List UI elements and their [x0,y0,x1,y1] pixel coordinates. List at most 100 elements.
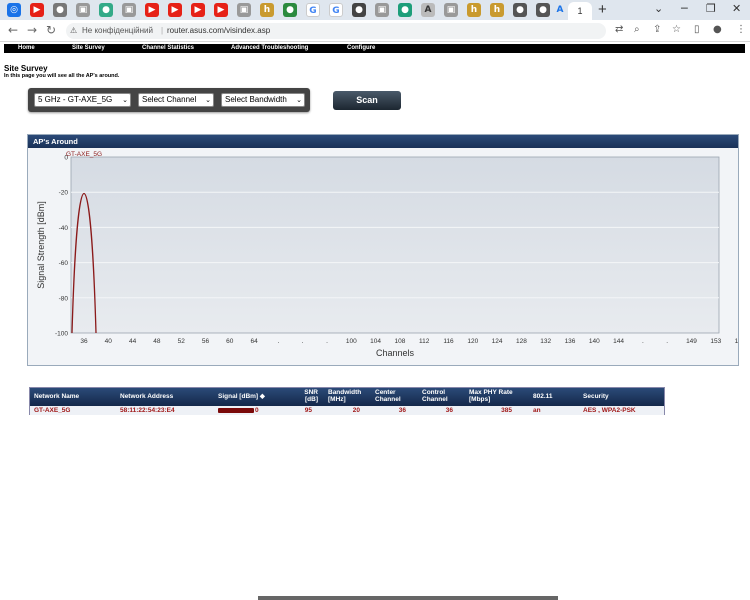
cell-network-name: GT-AXE_5G [34,407,71,414]
table-row[interactable]: GT-AXE_5G 58:11:22:54:23:E4 0 95 20 36 3… [30,406,664,415]
x-tick-label: 56 [202,338,210,345]
tab-favicon-icon[interactable]: ▣ [375,3,389,17]
menu-home[interactable]: Home [18,44,35,53]
cell-signal: 0 [255,407,259,414]
col-max-phy-rate[interactable]: Max PHY Rate [Mbps] [469,389,517,403]
x-tick-label: 40 [105,338,113,345]
network-select[interactable]: 5 GHz - GT-AXE_5G ⌄ [34,93,131,107]
tab-search-icon[interactable]: ⌄ [654,2,663,15]
insecure-label: Не конфіденційний [82,26,153,35]
col-security[interactable]: Security [583,393,609,400]
menu-advanced-troubleshooting[interactable]: Advanced Troubleshooting [231,44,308,53]
tab-favicon-icon[interactable]: ● [513,3,527,17]
tab-favicon-icon[interactable]: ● [99,3,113,17]
share-icon[interactable]: ⇪ [653,24,661,35]
sidebar-icon[interactable]: ▯ [694,24,700,35]
active-tab[interactable]: 1 [568,2,592,20]
back-icon[interactable]: ← [8,23,18,37]
menu-configure[interactable]: Configure [347,44,375,53]
col-80211[interactable]: 802.11 [533,393,553,400]
y-tick-label: -80 [59,295,69,302]
col-control-channel[interactable]: Control Channel [422,389,456,403]
channel-select[interactable]: Select Channel ⌄ [138,93,214,107]
menu-site-survey[interactable]: Site Survey [72,44,105,53]
tab-favicon-icon[interactable]: h [260,3,274,17]
youtube-tab-icon[interactable]: ▶ [214,3,228,17]
translate-icon[interactable]: ⇄ [615,24,623,35]
maximize-icon[interactable]: ❐ [706,2,716,15]
y-axis-label: Signal Strength [dBm] [36,201,46,289]
col-center-channel[interactable]: Center Channel [375,389,409,403]
tab-favicon-icon[interactable]: ◎ [7,3,21,17]
x-tick-label: 48 [153,338,161,345]
x-axis-label: Channels [376,348,415,358]
x-tick-label: 52 [178,338,186,345]
x-tick-label: 64 [250,338,258,345]
new-tab-button[interactable]: + [598,2,607,17]
series-label: GT-AXE_5G [66,151,102,158]
bookmark-star-icon[interactable]: ☆ [672,24,681,35]
browser-tab-strip: ◎ ▶ ● ▣ ● ▣ ▶ ▶ ▶ ▶ ▣ h ● G G ● ▣ ● A ▣ … [0,0,750,20]
x-tick-label: 128 [516,338,527,345]
tab-favicon-icon[interactable]: ▣ [444,3,458,17]
youtube-tab-icon[interactable]: ▶ [145,3,159,17]
x-tick-label: 108 [394,338,405,345]
tab-favicon-icon[interactable]: A [553,3,567,17]
cell-max-phy-rate: 385 [501,407,512,414]
scan-button[interactable]: Scan [333,91,401,110]
tab-favicon-icon[interactable]: A [421,3,435,17]
tab-favicon-icon[interactable]: ▣ [122,3,136,17]
page-title: Site Survey [4,64,48,73]
tab-favicon-icon[interactable]: ● [53,3,67,17]
tab-favicon-icon[interactable]: h [490,3,504,17]
survey-controls: 5 GHz - GT-AXE_5G ⌄ Select Channel ⌄ Sel… [28,88,310,112]
network-select-value: 5 GHz - GT-AXE_5G [38,95,113,104]
youtube-tab-icon[interactable]: ▶ [30,3,44,17]
youtube-tab-icon[interactable]: ▶ [168,3,182,17]
profile-icon[interactable]: ● [713,24,722,35]
bandwidth-select[interactable]: Select Bandwidth ⌄ [221,93,305,107]
tab-favicon-icon[interactable]: ● [536,3,550,17]
x-tick-label: 132 [540,338,551,345]
y-tick-label: -100 [55,331,68,338]
x-tick-label: 112 [419,338,430,345]
google-tab-icon[interactable]: G [329,3,343,17]
y-tick-label: -60 [59,260,69,267]
ap-table: Network Name Network Address Signal [dBm… [29,387,665,415]
col-network-address[interactable]: Network Address [120,393,173,400]
col-signal[interactable]: Signal [dBm] ◆ [218,393,265,400]
minimize-icon[interactable]: ─ [681,2,688,15]
menu-channel-statistics[interactable]: Channel Statistics [142,44,194,53]
url-separator: | [161,26,164,35]
reload-icon[interactable]: ↻ [46,23,56,37]
tab-favicon-icon[interactable]: ▣ [237,3,251,17]
warning-icon[interactable]: ⚠ [70,23,77,39]
url-field[interactable]: ⚠ Не конфіденційний | router.asus.com/vi… [66,23,606,39]
col-network-name[interactable]: Network Name [34,393,79,400]
tab-favicon-icon[interactable]: ● [283,3,297,17]
google-tab-icon[interactable]: G [306,3,320,17]
plot-area [70,156,720,334]
x-tick-label: 44 [129,338,137,345]
cell-control-channel: 36 [445,407,453,414]
forward-icon[interactable]: → [27,23,37,37]
close-icon[interactable]: ✕ [732,2,741,15]
x-tick-label: 60 [226,338,234,345]
zoom-icon[interactable]: ⌕ [634,24,640,35]
youtube-tab-icon[interactable]: ▶ [191,3,205,17]
cell-bandwidth: 20 [352,407,360,414]
tab-favicon-icon[interactable]: ● [352,3,366,17]
x-tick-label: 116 [443,338,454,345]
tab-favicon-icon[interactable]: h [467,3,481,17]
menu-icon[interactable]: ⋮ [736,24,746,35]
y-tick-label: -40 [59,225,69,232]
cell-security: AES , WPA2-PSK [583,407,636,414]
url-text[interactable]: router.asus.com/visindex.asp [167,23,270,39]
x-tick-label: . [277,338,279,345]
tab-favicon-icon[interactable]: ▣ [76,3,90,17]
aps-around-panel: AP's Around 0 -20 -40 -60 -80 -100 36 40 44 48 52… [27,134,739,366]
tab-favicon-icon[interactable]: ● [398,3,412,17]
col-snr[interactable]: SNR [dB] [296,389,318,403]
channel-select-value: Select Channel [142,95,197,104]
col-bandwidth[interactable]: Bandwidth [MHz] [328,389,368,403]
